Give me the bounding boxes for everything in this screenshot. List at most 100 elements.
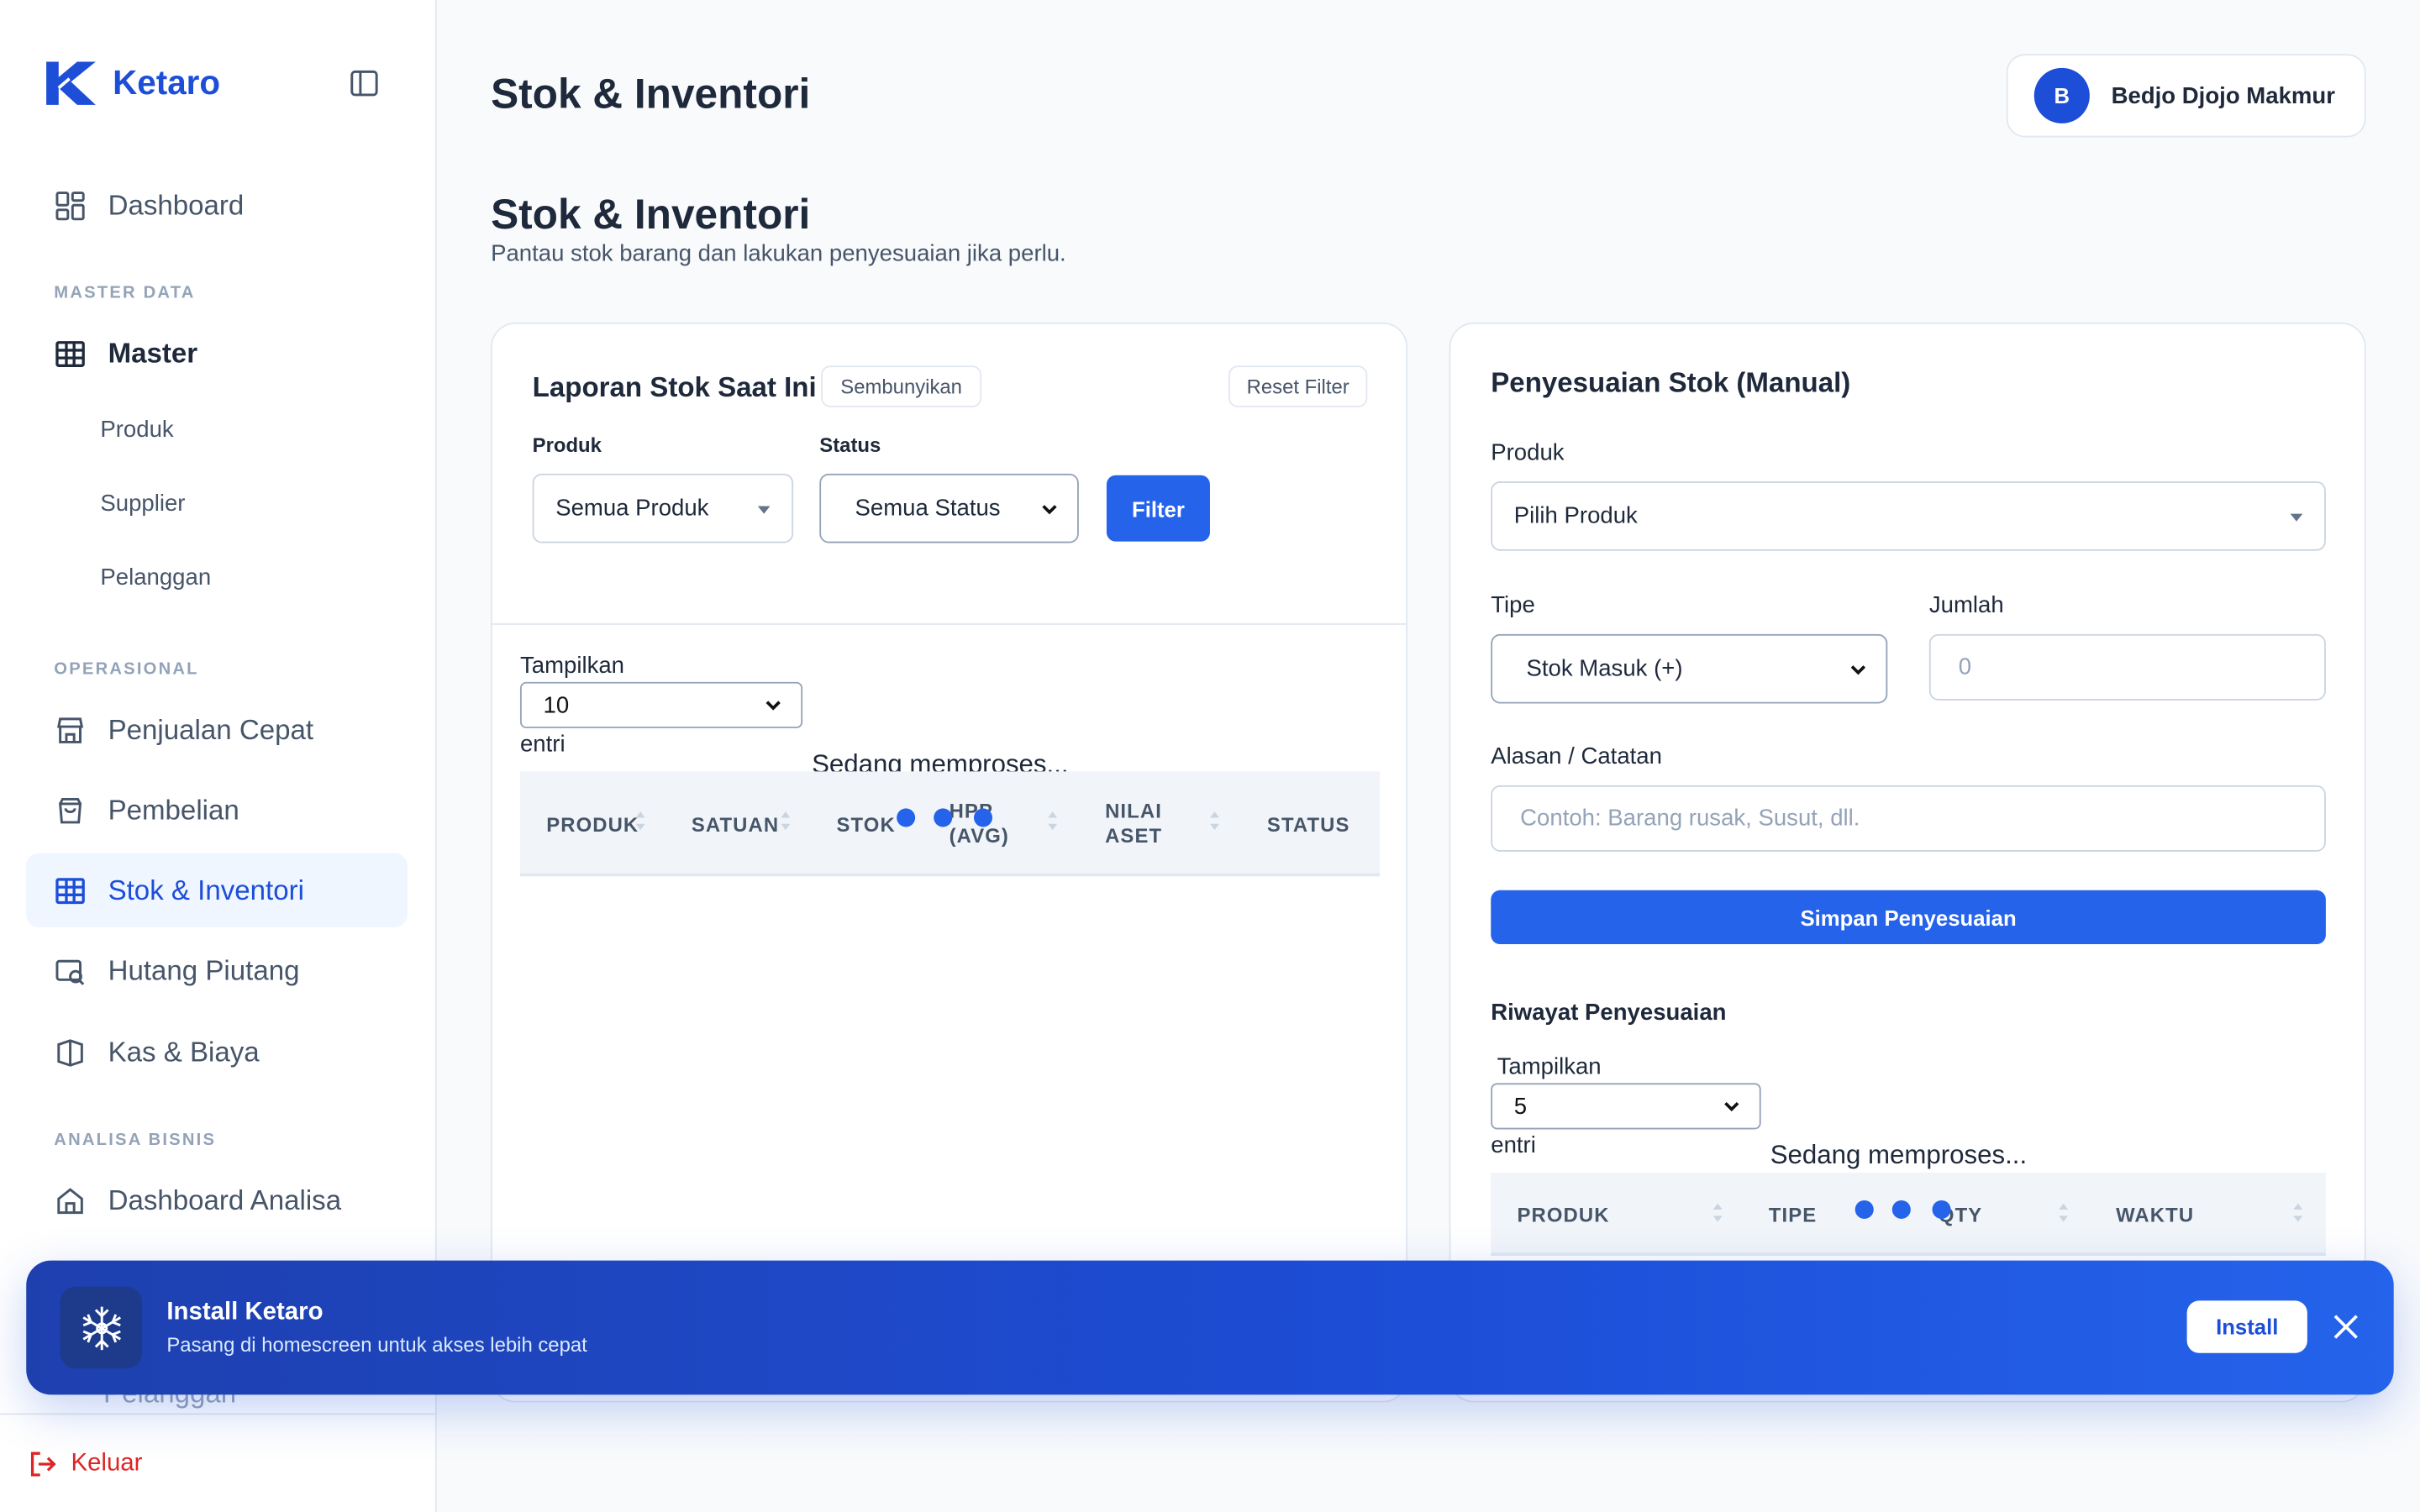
sort-icon: [1048, 811, 1058, 831]
sort-icon: [2293, 1203, 2303, 1222]
save-adjustment-button[interactable]: Simpan Penyesuaian: [1491, 890, 2326, 945]
close-icon[interactable]: [2332, 1313, 2360, 1341]
user-name: Bedjo Djojo Makmur: [2111, 82, 2335, 109]
sidebar-item-label: Hutang Piutang: [108, 953, 300, 985]
install-banner: Install Ketaro Pasang di homescreen untu…: [26, 1260, 2394, 1395]
column-header[interactable]: STOK: [836, 813, 895, 837]
column-header-cont: ASET: [1105, 823, 1163, 848]
page-size-label: Tampilkan: [519, 652, 625, 680]
entries-label: entri: [519, 731, 566, 758]
caret-down-icon: [2290, 512, 2303, 521]
home-icon: [57, 1187, 83, 1214]
loading-dot: [934, 808, 953, 827]
adjust-product-value: Pilih Produk: [1513, 502, 1638, 529]
section-analisa-bisnis: ANALISA BISNIS: [54, 1131, 217, 1150]
snowflake-icon: [82, 1305, 121, 1350]
column-header[interactable]: PRODUK: [1517, 1204, 1609, 1228]
sidebar-subitem-produk[interactable]: Produk: [100, 417, 173, 443]
sidebar-subitem-supplier[interactable]: Supplier: [100, 491, 185, 517]
sort-icon: [1712, 1203, 1723, 1222]
section-master-data: MASTER DATA: [54, 283, 196, 302]
sidebar-item-penjualan-cepat[interactable]: Penjualan Cepat: [26, 693, 408, 767]
logout-label: Keluar: [71, 1449, 143, 1476]
adjust-reason-input[interactable]: Contoh: Barang rusak, Susut, dll.: [1491, 785, 2326, 852]
sidebar-item-kas-biaya[interactable]: Kas & Biaya: [26, 1016, 408, 1089]
wallet-icon: [57, 1038, 83, 1066]
sidebar-item-label: Master: [108, 337, 198, 369]
chevron-down-icon: [1850, 664, 1866, 675]
page-size-value: 10: [543, 691, 570, 718]
ketaro-logo-icon: [46, 61, 96, 105]
table-icon: [55, 340, 85, 367]
app-root: Ketaro Dashboard MASTER DATA Master Prod…: [0, 0, 2420, 1512]
banner-subtitle: Pasang di homescreen untuk akses lebih c…: [166, 1332, 587, 1357]
logout-icon: [30, 1451, 56, 1476]
adjust-type-select[interactable]: Stok Masuk (+): [1491, 633, 1888, 704]
stock-table-header: PRODUK SATUAN STOK HPP (AVG) NILAI ASET …: [519, 771, 1381, 877]
header-title: Stok & Inventori: [491, 71, 811, 118]
chevron-down-icon: [1724, 1101, 1739, 1112]
divider: [492, 623, 1408, 625]
sidebar-subitem-pelanggan[interactable]: Pelanggan: [100, 564, 211, 591]
reset-filter-button[interactable]: Reset Filter: [1228, 365, 1368, 407]
history-processing-indicator: Sedang memproses...: [1770, 1140, 2028, 1170]
column-header[interactable]: WAKTU: [2116, 1204, 2194, 1228]
adjust-title: Penyesuaian Stok (Manual): [1491, 367, 1851, 398]
sort-icon: [2059, 1203, 2069, 1222]
history-title: Riwayat Penyesuaian: [1491, 1000, 1727, 1026]
logout-button[interactable]: Keluar: [0, 1413, 437, 1512]
sidebar-item-pembelian[interactable]: Pembelian: [26, 773, 408, 847]
history-table-header: PRODUK TIPE QTY WAKTU: [1491, 1172, 2326, 1257]
store-icon: [57, 717, 84, 743]
sidebar-item-label: Kas & Biaya: [108, 1036, 260, 1068]
sidebar-item-label: Pembelian: [108, 793, 239, 825]
hide-report-button[interactable]: Sembunyikan: [821, 365, 982, 407]
stock-report-card: Laporan Stok Saat Ini Sembunyikan Reset …: [491, 322, 1408, 1403]
chevron-down-icon: [1042, 504, 1057, 514]
column-header[interactable]: PRODUK: [546, 813, 639, 837]
adjust-type-value: Stok Masuk (+): [1526, 655, 1683, 682]
banner-title: Install Ketaro: [166, 1299, 324, 1326]
brand[interactable]: Ketaro: [43, 59, 220, 108]
adjust-qty-input[interactable]: 0: [1928, 633, 2326, 701]
filter-button[interactable]: Filter: [1106, 475, 1210, 542]
sort-icon: [781, 811, 791, 831]
column-header[interactable]: NILAI: [1105, 799, 1162, 823]
sidebar-item-dashboard[interactable]: Dashboard: [26, 168, 408, 242]
adjust-qty-placeholder: 0: [1958, 654, 1972, 680]
column-header[interactable]: SATUAN: [692, 813, 779, 837]
adjust-product-select[interactable]: Pilih Produk: [1491, 481, 2326, 551]
caret-down-icon: [757, 505, 771, 513]
status-filter-label: Status: [819, 433, 881, 457]
table-icon: [55, 877, 85, 904]
page-size-select[interactable]: 10: [519, 681, 803, 728]
history-page-size-value: 5: [1513, 1093, 1528, 1120]
sidebar-item-label: Stok & Inventori: [108, 874, 304, 906]
sidebar-item-dashboard-analisa[interactable]: Dashboard Analisa: [26, 1163, 408, 1237]
sort-icon: [1209, 811, 1219, 831]
sidebar-toggle-icon[interactable]: [349, 68, 380, 99]
adjust-qty-label: Jumlah: [1928, 592, 2004, 619]
user-menu[interactable]: B Bedjo Djojo Makmur: [2006, 54, 2366, 138]
sidebar-item-hutang-piutang[interactable]: Hutang Piutang: [26, 933, 408, 1007]
install-button[interactable]: Install: [2186, 1300, 2307, 1353]
report-title: Laporan Stok Saat Ini: [532, 371, 817, 403]
sort-icon: [635, 811, 645, 831]
status-filter-value: Semua Status: [855, 495, 1001, 522]
status-filter-select[interactable]: Semua Status: [819, 473, 1079, 543]
sidebar-item-master[interactable]: Master: [26, 317, 408, 391]
sidebar-item-label: Penjualan Cepat: [108, 713, 314, 745]
product-filter-select[interactable]: Semua Produk: [532, 473, 794, 543]
loading-dot: [1932, 1200, 1951, 1219]
history-entries-label: entri: [1491, 1132, 1536, 1159]
invoice-icon: [55, 958, 85, 984]
history-page-size-select[interactable]: 5: [1491, 1083, 1761, 1130]
column-header[interactable]: TIPE: [1769, 1204, 1817, 1228]
sidebar-item-stok-inventori[interactable]: Stok & Inventori: [26, 853, 408, 927]
loading-dot: [1854, 1200, 1874, 1219]
loading-dot: [897, 808, 916, 827]
product-filter-value: Semua Produk: [555, 495, 709, 522]
shopping-bag-icon: [59, 797, 82, 823]
dashboard-grid-icon: [55, 191, 85, 220]
column-header[interactable]: STATUS: [1267, 813, 1350, 837]
